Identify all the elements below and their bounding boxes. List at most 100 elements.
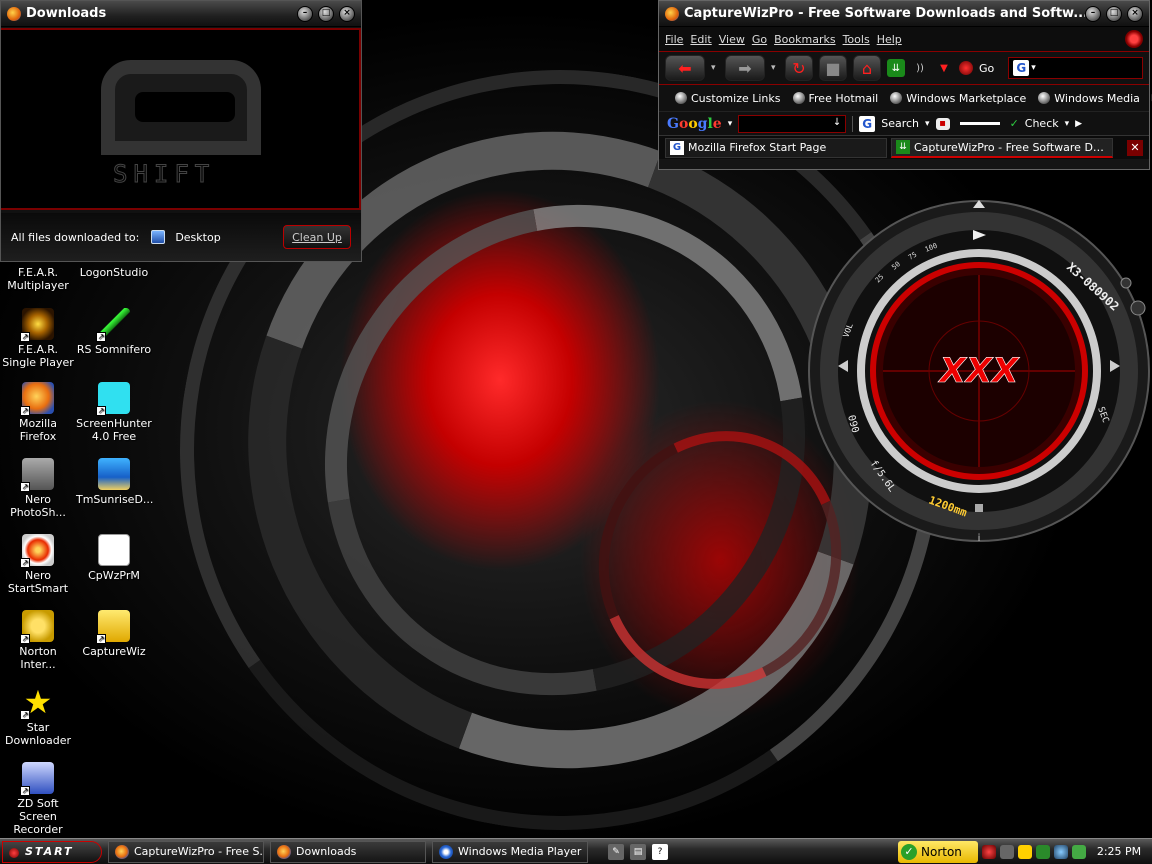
hand-icon[interactable] [1018, 844, 1032, 859]
menu-go[interactable]: Go [752, 33, 767, 46]
browser-titlebar[interactable]: CaptureWizPro - Free Software Downloads … [659, 1, 1149, 27]
desktop-icon-capturewiz[interactable]: ↗ CaptureWiz [76, 610, 152, 658]
clock[interactable]: 2:25 PM [1086, 845, 1152, 858]
menu-help[interactable]: Help [877, 33, 902, 46]
downloads-titlebar[interactable]: Downloads – □ × [1, 1, 361, 27]
shortcut-arrow-icon: ↗ [96, 406, 106, 416]
search-dropdown-icon[interactable]: ▾ [925, 119, 930, 129]
stop-icon[interactable] [975, 504, 983, 512]
google-search-input[interactable] [738, 114, 847, 133]
star-downloader-label: Star Downloader [5, 721, 71, 747]
network-icon[interactable] [1036, 844, 1050, 859]
browser-window: CaptureWizPro - Free Software Downloads … [658, 0, 1152, 170]
minimize-button[interactable]: – [1085, 5, 1101, 22]
clean-up-button[interactable]: Clean Up [283, 225, 351, 249]
tab-start-page[interactable]: G Mozilla Firefox Start Page [665, 137, 887, 158]
address-dropdown-icon[interactable]: ▾ [1031, 63, 1036, 73]
bookmark-customize-links[interactable]: Customize Links [675, 92, 781, 105]
reload-button[interactable]: ↻ [785, 55, 813, 81]
address-bar[interactable]: G ▾ [1008, 57, 1143, 79]
desktop-icon-fear-single[interactable]: ↗ F.E.A.R. Single Player [0, 308, 76, 369]
taskbar-button-capturewizpro[interactable]: CaptureWizPro - Free S... [108, 840, 264, 863]
globe-icon[interactable] [1054, 844, 1068, 859]
note-icon[interactable]: ▤ [630, 843, 646, 860]
menu-edit[interactable]: Edit [690, 33, 711, 46]
google-search-button[interactable]: Search [881, 117, 919, 130]
nero-startsmart-label: Nero StartSmart [7, 569, 69, 595]
desktop-icon-star-downloader[interactable]: ★ ↗ Star Downloader [0, 686, 76, 747]
desktop-icon-nero-photoshow[interactable]: ↗ Nero PhotoSh... [0, 458, 76, 519]
forward-dropdown-icon[interactable]: ▾ [771, 63, 779, 73]
speaker-icon[interactable] [1072, 844, 1086, 859]
bookmark-windows-media[interactable]: Windows Media [1038, 92, 1140, 105]
taskbar-button-wmp[interactable]: Windows Media Player [432, 840, 588, 863]
tab-bar: G Mozilla Firefox Start Page ⇊ CaptureWi… [659, 135, 1149, 159]
shortcut-arrow-icon: ↗ [96, 634, 106, 644]
tab-capturewizpro[interactable]: ⇊ CaptureWizPro - Free Software Dow... [891, 137, 1113, 158]
back-button[interactable]: ⬅ [665, 55, 705, 81]
maximize-button[interactable]: □ [318, 5, 334, 22]
minimize-button[interactable]: – [297, 5, 313, 22]
bookmark-icon [675, 92, 687, 104]
check-dropdown-icon[interactable]: ▾ [1065, 119, 1070, 129]
taskbar-button-downloads[interactable]: Downloads [270, 840, 426, 863]
spell-check-button[interactable]: Check [1025, 117, 1059, 130]
google-menu-dropdown-icon[interactable]: ▾ [728, 119, 733, 129]
browser-title: CaptureWizPro - Free Software Downloads … [684, 6, 1085, 21]
close-button[interactable]: × [339, 5, 355, 22]
home-button[interactable]: ⌂ [853, 55, 881, 81]
shortcut-arrow-icon: ↗ [20, 786, 30, 796]
close-button[interactable]: × [1127, 5, 1143, 22]
bookmark-free-hotmail[interactable]: Free Hotmail [792, 92, 878, 105]
download-icon[interactable]: ⇊ [887, 59, 905, 77]
downloads-footer: All files downloaded to: Desktop Clean U… [1, 213, 361, 261]
back-dropdown-icon[interactable]: ▾ [711, 63, 719, 73]
capturewiz-icon: ↗ [96, 610, 130, 644]
desktop-icon-rs-somnifero[interactable]: ↗ RS Somnifero [76, 308, 152, 356]
gadget-minimize-icon[interactable] [1120, 277, 1132, 289]
tray-app-icon[interactable] [1000, 844, 1014, 859]
chevron-right-icon[interactable]: ▶ [1075, 119, 1082, 129]
go-button[interactable]: Go [979, 62, 994, 75]
desktop-icon-logonstudio[interactable]: LogonStudio [76, 266, 152, 279]
download-location-link[interactable]: Desktop [175, 231, 220, 244]
desktop-icon-norton[interactable]: ↗ Norton Inter... [0, 610, 76, 671]
menu-file[interactable]: File [665, 33, 683, 46]
shortcut-arrow-icon: ↗ [20, 406, 30, 416]
gadget-knob-icon[interactable] [1130, 300, 1146, 316]
menu-view[interactable]: View [719, 33, 745, 46]
norton-icon: ↗ [20, 610, 54, 644]
cpwzprm-label: CpWzPrM [88, 569, 140, 582]
desktop-icon-screenhunter[interactable]: ↗ ScreenHunter 4.0 Free [76, 382, 152, 443]
go-icon[interactable] [959, 61, 973, 75]
desktop-icon-firefox[interactable]: ↗ Mozilla Firefox [0, 382, 76, 443]
shortcut-arrow-icon: ↗ [20, 332, 30, 342]
info-icon[interactable]: i [978, 533, 981, 544]
desktop-icon-nero-startsmart[interactable]: ↗ Nero StartSmart [0, 534, 76, 595]
menu-tools[interactable]: Tools [843, 33, 870, 46]
menu-bookmarks[interactable]: Bookmarks [774, 33, 835, 46]
maximize-button[interactable]: □ [1106, 5, 1122, 22]
bookmark-windows-marketplace[interactable]: Windows Marketplace [890, 92, 1026, 105]
record-icon[interactable] [982, 844, 996, 859]
shield-icon[interactable]: ▼ [935, 59, 953, 77]
desktop-icon-zd-soft[interactable]: ↗ ZD Soft Screen Recorder [0, 762, 76, 836]
fear-icon: ↗ [20, 308, 54, 342]
desktop-icon-cpwzprm[interactable]: CpWzPrM [76, 534, 152, 582]
help-icon[interactable]: ? [652, 843, 668, 860]
google-favicon-icon: G [1013, 60, 1030, 76]
desktop-icon-tmsunrise[interactable]: TmSunriseD... [76, 458, 153, 506]
screenhunter-label: ScreenHunter 4.0 Free [76, 417, 152, 443]
start-button[interactable]: START [2, 840, 102, 863]
taskbar-button-label: Downloads [296, 845, 357, 858]
norton-tray-button[interactable]: ✓ Norton [898, 840, 978, 863]
stop-button[interactable]: ■ [819, 55, 847, 81]
forward-button[interactable]: ➡ [725, 55, 765, 81]
capturewiz-label: CaptureWiz [82, 645, 146, 658]
pen-icon[interactable]: ✎ [608, 843, 624, 860]
google-logo[interactable]: Google [667, 116, 722, 132]
popup-blocker-icon[interactable]: ▪ [935, 117, 950, 130]
rss-icon[interactable]: )) [911, 59, 929, 77]
desktop-icon-fear-multiplayer[interactable]: F.E.A.R. Multiplayer [0, 266, 76, 292]
close-tab-button[interactable]: ✕ [1127, 139, 1143, 156]
